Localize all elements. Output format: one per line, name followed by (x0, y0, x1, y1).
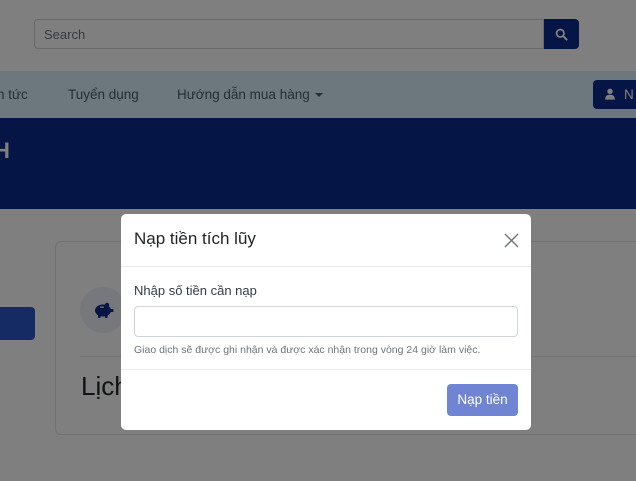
top-up-submit-button[interactable]: Nạp tiền (447, 384, 518, 416)
amount-help-text: Giao dịch sẽ được ghi nhận và được xác n… (134, 344, 481, 356)
modal-title: Nạp tiền tích lũy (134, 229, 256, 248)
amount-input[interactable] (134, 306, 518, 337)
page: n tức Tuyển dụng Hướng dẫn mua hàng N H … (0, 0, 636, 481)
amount-field-label: Nhập số tiền cần nạp (134, 283, 257, 298)
modal-header: Nạp tiền tích lũy (121, 214, 531, 267)
close-icon (504, 233, 518, 247)
top-up-modal: Nạp tiền tích lũy Nhập số tiền cần nạp G… (121, 214, 531, 430)
modal-close-button[interactable] (501, 230, 521, 250)
modal-footer-divider (121, 369, 531, 370)
